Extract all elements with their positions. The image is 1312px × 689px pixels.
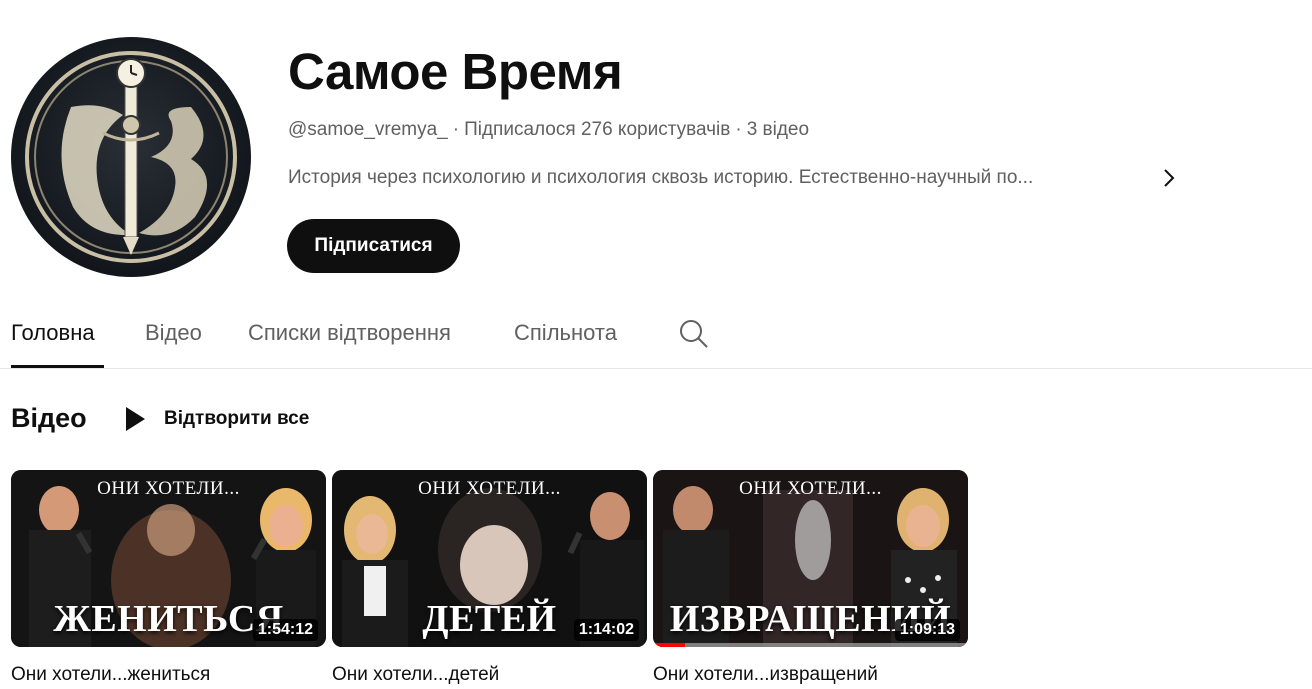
watch-progress-bar <box>653 643 968 647</box>
watch-progress-fill <box>653 643 685 647</box>
meta-separator: · <box>735 119 742 140</box>
search-icon[interactable] <box>678 318 710 350</box>
channel-handle[interactable]: @samoe_vremya_ <box>288 119 448 140</box>
video-duration: 1:09:13 <box>894 619 960 641</box>
video-card[interactable]: ОНИ ХОТЕЛИ... ИЗВРАЩЕНИЙ 1:09:13 Они хот… <box>653 470 968 687</box>
meta-separator: · <box>452 119 460 140</box>
active-tab-indicator <box>11 365 104 368</box>
play-all-button[interactable]: Відтворити все <box>124 404 309 434</box>
video-card[interactable]: ОНИ ХОТЕЛИ... ЖЕНИТЬСЯ 1:54:12 Они хотел… <box>11 470 326 687</box>
channel-avatar[interactable] <box>11 37 251 277</box>
thumbnail-caption: ОНИ ХОТЕЛИ... <box>739 478 882 499</box>
section-title: Відео <box>11 403 87 433</box>
tab-community[interactable]: Спільнота <box>514 319 617 347</box>
chevron-right-icon[interactable] <box>1156 163 1182 193</box>
channel-description[interactable]: История через психологию и психология ск… <box>288 166 1138 190</box>
video-title[interactable]: Они хотели...жениться <box>11 663 326 687</box>
video-duration: 1:14:02 <box>573 619 639 641</box>
video-thumbnail[interactable]: ОНИ ХОТЕЛИ... ЖЕНИТЬСЯ 1:54:12 <box>11 470 326 647</box>
channel-name: Самое Время <box>288 43 623 100</box>
channel-meta: @samoe_vremya_ · Підписалося 276 користува… <box>288 118 809 142</box>
tab-home[interactable]: Головна <box>11 319 95 347</box>
tab-videos[interactable]: Відео <box>145 319 202 347</box>
video-duration: 1:54:12 <box>252 619 318 641</box>
video-thumbnail[interactable]: ОНИ ХОТЕЛИ... ДЕТЕЙ 1:14:02 <box>332 470 647 647</box>
channel-tabs: Головна Відео Списки відтворення Спільно… <box>0 300 1312 369</box>
thumbnail-caption: ОНИ ХОТЕЛИ... <box>418 478 561 499</box>
subscribe-button[interactable]: Підписатися <box>287 219 460 273</box>
thumbnail-caption: ОНИ ХОТЕЛИ... <box>97 478 240 499</box>
tab-playlists[interactable]: Списки відтворення <box>248 319 451 347</box>
video-title[interactable]: Они хотели...извращений <box>653 663 968 687</box>
monogram-clock-sword-icon <box>25 51 237 263</box>
video-count: 3 відео <box>746 119 810 140</box>
play-all-label: Відтворити все <box>164 408 310 429</box>
video-thumbnail[interactable]: ОНИ ХОТЕЛИ... ИЗВРАЩЕНИЙ 1:09:13 <box>653 470 968 647</box>
play-icon <box>126 407 145 431</box>
video-card[interactable]: ОНИ ХОТЕЛИ... ДЕТЕЙ 1:14:02 Они хотели..… <box>332 470 647 687</box>
subscriber-count: Підписалося 276 користувачів <box>464 119 731 140</box>
video-title[interactable]: Они хотели...детей <box>332 663 647 687</box>
